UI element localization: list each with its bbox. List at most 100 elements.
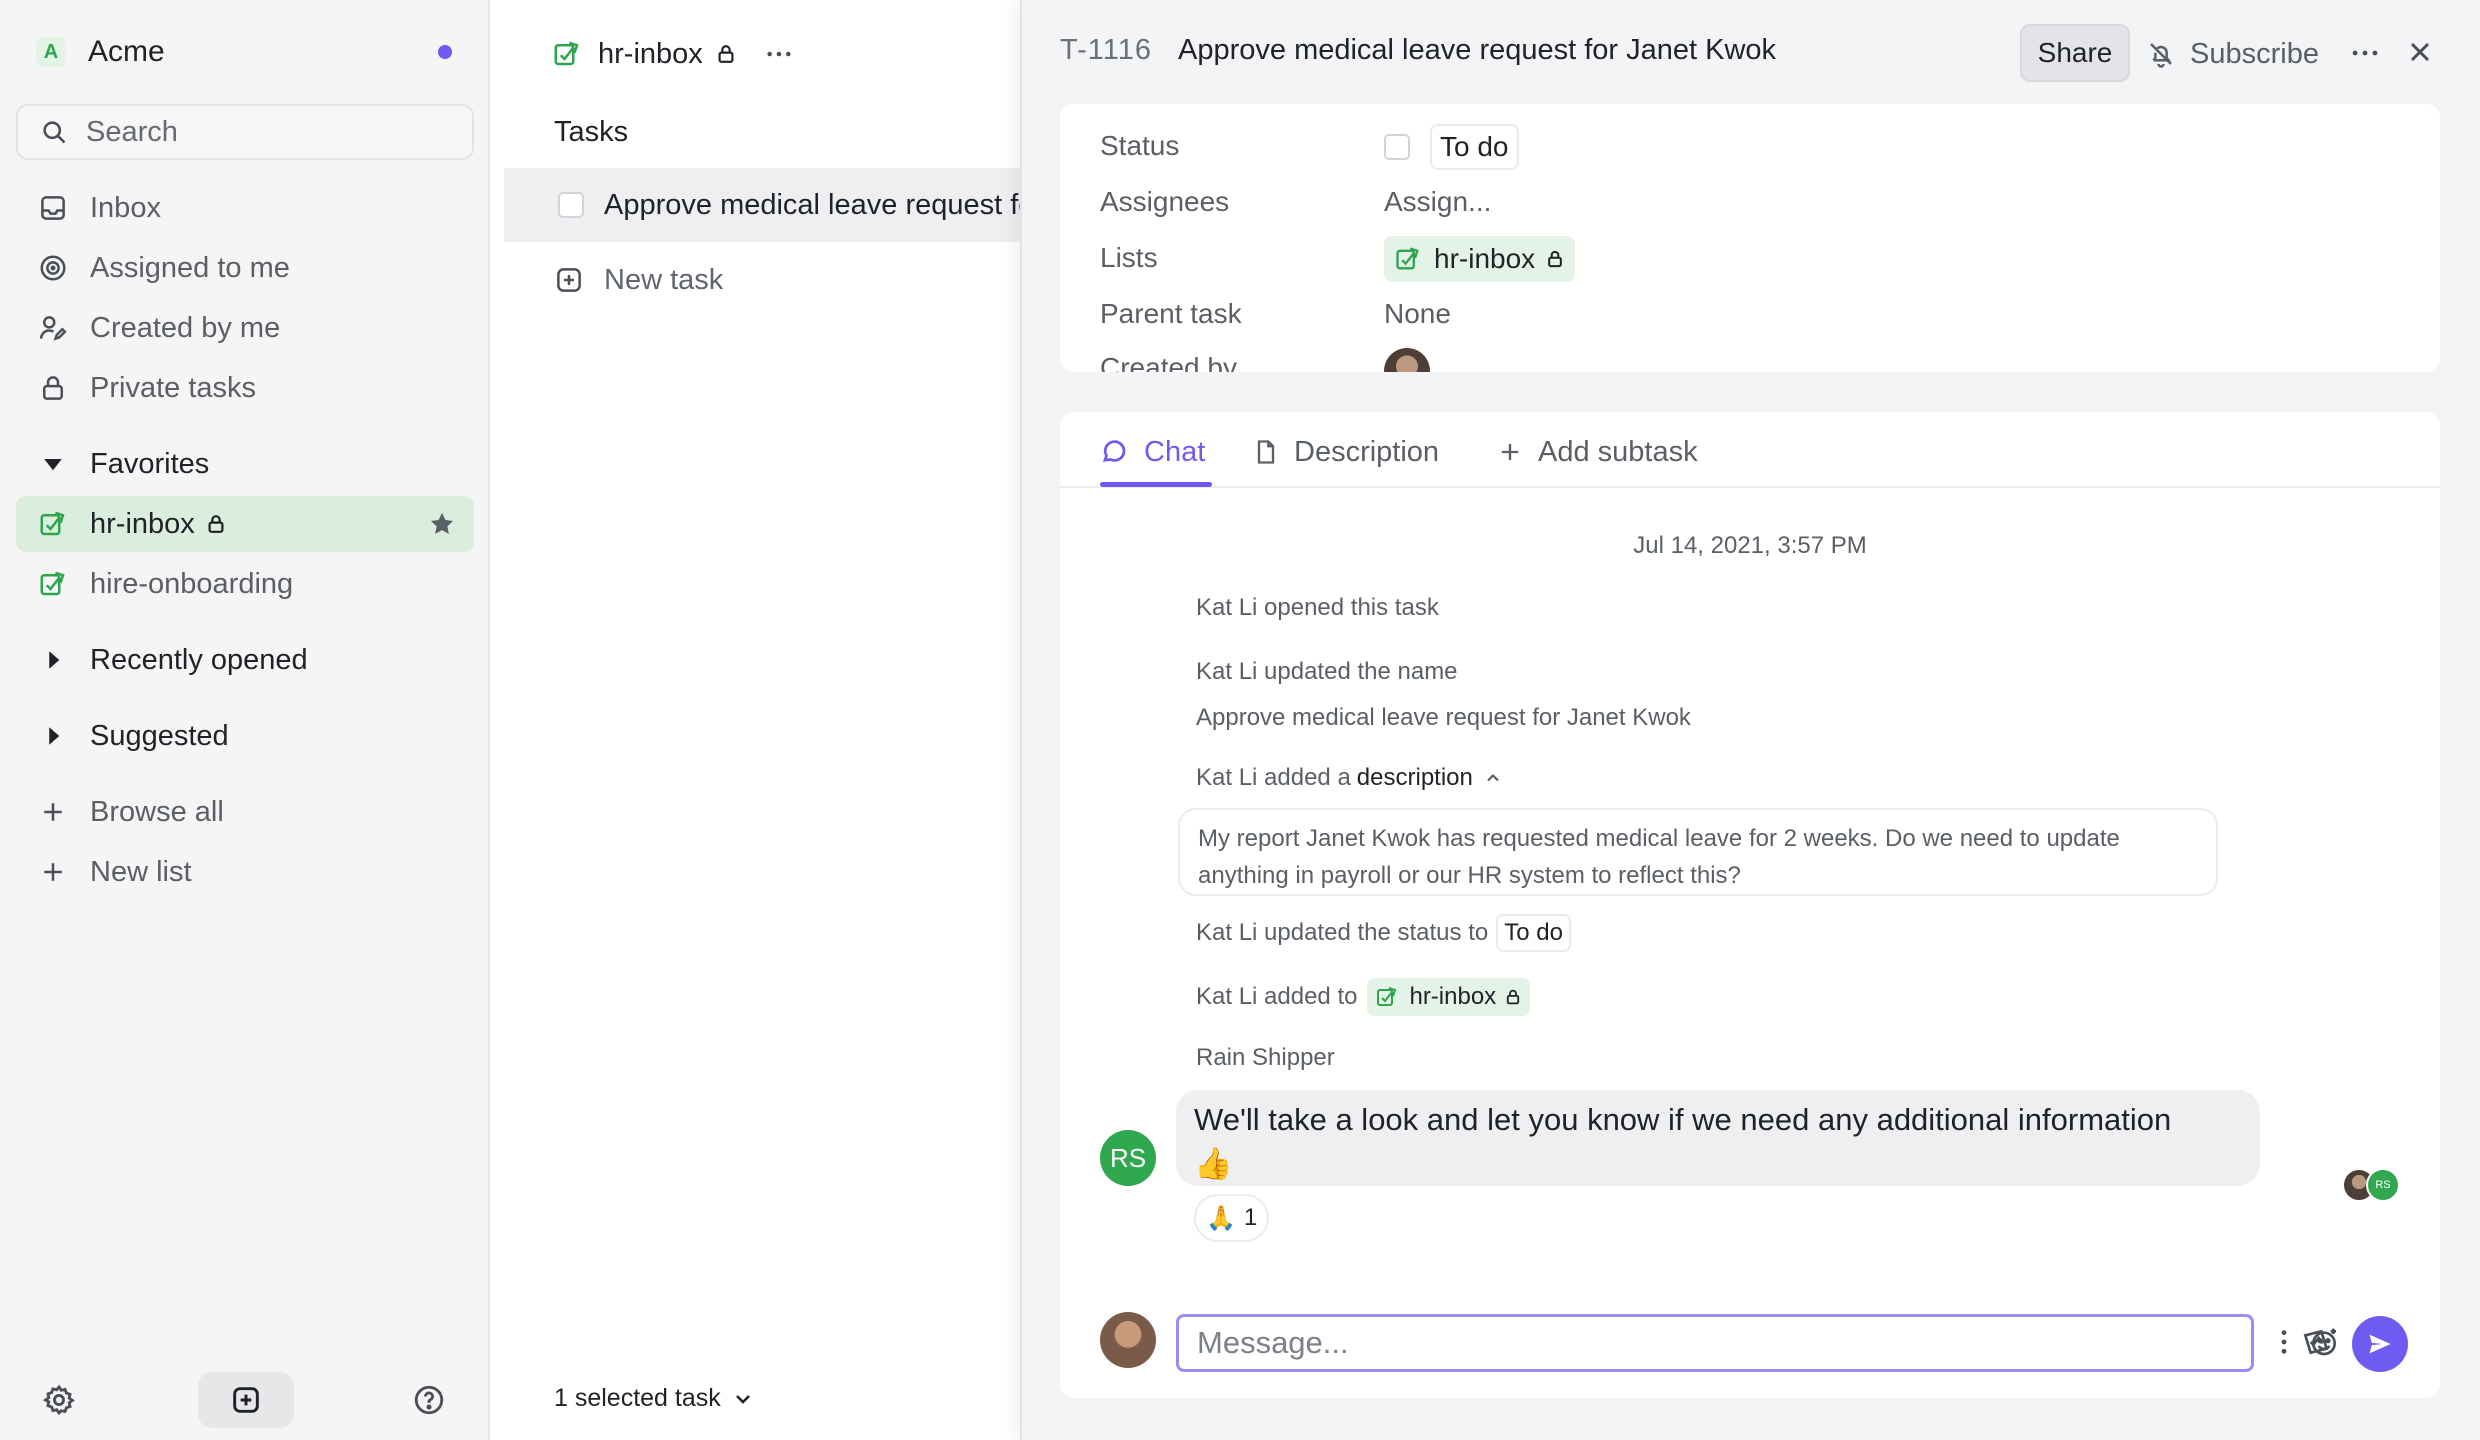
- chat-panel: Chat Description Add subtask Jul 14, 202…: [1060, 412, 2440, 1398]
- sidebar-item-inbox[interactable]: Inbox: [38, 186, 478, 230]
- list-green-icon: [40, 511, 65, 536]
- tab-description[interactable]: Description: [1252, 432, 1439, 472]
- sidebar-item-hr-inbox[interactable]: hr-inbox: [38, 502, 478, 546]
- creator-avatar: [1384, 348, 1430, 372]
- reaction-count: 1: [1243, 1204, 1258, 1231]
- plus-icon: [1501, 443, 1519, 461]
- sidebar-item-private[interactable]: Private tasks: [38, 366, 478, 410]
- bell-off-icon: [2150, 43, 2172, 68]
- caret-right-icon: [49, 651, 60, 669]
- recently-opened-label: Recently opened: [90, 643, 308, 676]
- workspace-switcher[interactable]: A Acme: [36, 32, 476, 72]
- message-author: Rain Shipper: [1196, 1044, 1335, 1071]
- workspace-badge: A: [36, 37, 66, 67]
- current-user-avatar: [1100, 1312, 1156, 1368]
- status-value[interactable]: To do: [1384, 124, 1519, 170]
- list-header: hr-inbox: [552, 34, 795, 74]
- new-item-button[interactable]: [198, 1372, 294, 1428]
- sidebar-item-hire-onboarding[interactable]: hire-onboarding: [38, 562, 478, 606]
- more-vertical-icon[interactable]: [2268, 1326, 2300, 1358]
- list-chip[interactable]: hr-inbox: [1367, 978, 1531, 1016]
- status-checkbox[interactable]: [1384, 134, 1410, 160]
- subscribe-button[interactable]: Subscribe: [2146, 34, 2319, 74]
- add-subtask-button[interactable]: Add subtask: [1496, 432, 1698, 472]
- lock-icon: [43, 376, 63, 400]
- favorites-label: Favorites: [90, 447, 210, 480]
- sidebar-item-created[interactable]: Created by me: [38, 306, 478, 350]
- target-icon: [40, 255, 66, 281]
- browse-all-button[interactable]: Browse all: [38, 790, 478, 834]
- reaction-emoji: 🙏: [1206, 1204, 1236, 1232]
- description-preview: My report Janet Kwok has requested medic…: [1178, 808, 2218, 896]
- share-button[interactable]: Share: [2020, 24, 2130, 82]
- event-added-description[interactable]: Kat Li added a description: [1196, 764, 1503, 792]
- sidebar-item-label: hire-onboarding: [90, 567, 294, 600]
- chat-bubble-icon: [1102, 440, 1126, 462]
- caret-down-icon: [44, 459, 62, 471]
- new-task-button[interactable]: New task: [554, 262, 723, 298]
- sidebar-item-label: Private tasks: [90, 371, 256, 404]
- send-button[interactable]: [2352, 1316, 2408, 1372]
- parent-task-value[interactable]: None: [1384, 298, 1451, 330]
- message-emoji: 👍: [1194, 1146, 1233, 1181]
- task-title: Approve medical leave request for Janet …: [604, 188, 1020, 221]
- more-icon[interactable]: [2348, 36, 2382, 70]
- send-icon: [2369, 1334, 2391, 1354]
- document-icon: [1257, 440, 1275, 464]
- task-detail-title[interactable]: Approve medical leave request for Janet …: [1178, 34, 1776, 67]
- list-chip[interactable]: hr-inbox: [1384, 236, 1576, 282]
- help-icon[interactable]: [412, 1383, 446, 1417]
- task-row[interactable]: Approve medical leave request for Janet …: [504, 168, 1020, 242]
- message-text: We'll take a look and let you know if we…: [1194, 1102, 2172, 1137]
- inbox-icon: [41, 196, 65, 220]
- message-input[interactable]: [1176, 1314, 2254, 1372]
- list-name: hr-inbox: [598, 37, 703, 70]
- sidebar-search[interactable]: Search: [16, 104, 474, 160]
- lists-label: Lists: [1100, 242, 1158, 273]
- close-icon[interactable]: [2404, 36, 2436, 68]
- seen-by[interactable]: RS: [2342, 1168, 2400, 1202]
- add-subtask-label: Add subtask: [1538, 435, 1698, 468]
- status-chip: To do: [1496, 914, 1571, 952]
- sticker-icon[interactable]: [2300, 1326, 2332, 1358]
- chevron-up-icon[interactable]: [1483, 768, 1503, 788]
- chat-date: Jul 14, 2021, 3:57 PM: [1633, 532, 1867, 559]
- favorites-header[interactable]: Favorites: [38, 442, 478, 486]
- chat-message[interactable]: We'll take a look and let you know if we…: [1176, 1090, 2260, 1186]
- event-text: Kat Li added a: [1196, 764, 1351, 791]
- settings-icon[interactable]: [42, 1383, 76, 1417]
- active-tab-indicator: [1100, 482, 1212, 487]
- notification-dot: [438, 45, 452, 59]
- tab-description-label: Description: [1294, 435, 1440, 468]
- status-label: Status: [1100, 130, 1180, 161]
- browse-all-label: Browse all: [90, 795, 224, 828]
- list-green-icon: [1396, 247, 1419, 270]
- new-task-label: New task: [604, 263, 724, 296]
- workspace-name: Acme: [88, 35, 165, 68]
- assign-button[interactable]: Assign...: [1384, 186, 1491, 218]
- selected-count-label: 1 selected task: [554, 1384, 721, 1412]
- search-icon: [43, 121, 66, 144]
- lists-value[interactable]: hr-inbox: [1384, 236, 1576, 282]
- sidebar-item-label: Inbox: [90, 191, 161, 224]
- list-green-icon: [554, 41, 579, 66]
- selected-task-dropdown[interactable]: 1 selected task: [554, 1384, 755, 1413]
- task-checkbox[interactable]: [558, 192, 584, 218]
- suggested-label: Suggested: [90, 719, 229, 752]
- reaction-pill[interactable]: 🙏 1: [1194, 1194, 1270, 1242]
- description-link[interactable]: description: [1357, 764, 1473, 792]
- star-icon[interactable]: [428, 510, 456, 538]
- tab-chat[interactable]: Chat: [1100, 432, 1205, 472]
- sidebar-item-assigned[interactable]: Assigned to me: [38, 246, 478, 290]
- new-list-button[interactable]: New list: [38, 850, 478, 894]
- search-placeholder: Search: [86, 115, 178, 148]
- detail-tabs: Chat Description Add subtask: [1060, 412, 2440, 488]
- new-list-label: New list: [90, 855, 192, 888]
- avatar[interactable]: RS: [1100, 1130, 1156, 1186]
- suggested-header[interactable]: Suggested: [38, 714, 478, 758]
- event-text: Kat Li added to: [1196, 983, 1358, 1010]
- recently-opened-header[interactable]: Recently opened: [38, 638, 478, 682]
- more-icon[interactable]: [763, 38, 795, 70]
- sidebar-item-label: Assigned to me: [90, 251, 290, 284]
- event-text: Kat Li updated the status to: [1196, 919, 1489, 946]
